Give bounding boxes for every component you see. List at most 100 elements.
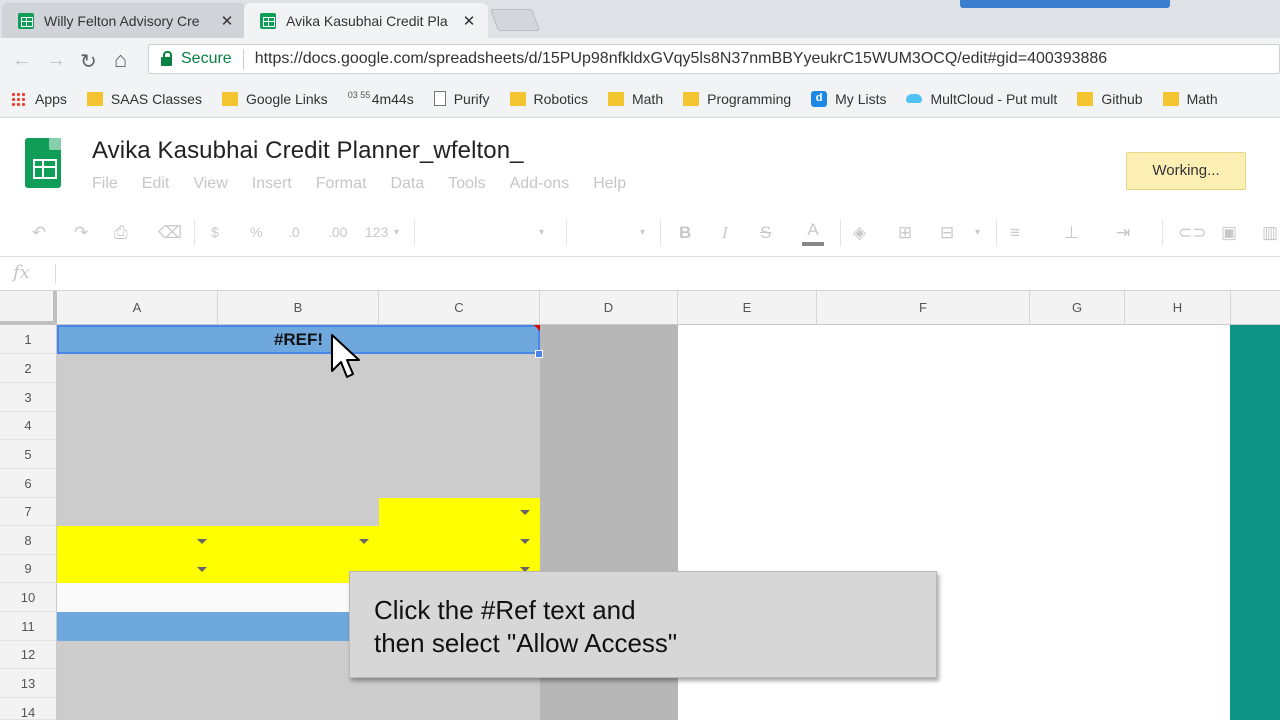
menu-help[interactable]: Help — [593, 175, 626, 193]
cells-column-i[interactable] — [1230, 325, 1280, 720]
column-header-g[interactable]: G — [1030, 291, 1125, 325]
column-header-a[interactable]: A — [57, 291, 218, 325]
currency-format-button[interactable]: $ — [211, 224, 219, 240]
column-header-i[interactable] — [1231, 291, 1280, 325]
strikethrough-button[interactable]: S — [760, 223, 771, 243]
horizontal-align-icon[interactable]: ≡ — [1010, 223, 1020, 243]
selection-handle[interactable] — [535, 350, 543, 358]
new-tab-button[interactable] — [489, 9, 541, 31]
row-10-cells[interactable] — [57, 583, 349, 612]
row-header[interactable]: 7 — [0, 498, 57, 526]
menu-data[interactable]: Data — [390, 175, 424, 193]
bookmark-saas-classes[interactable]: SAAS Classes — [86, 91, 202, 107]
row-header[interactable]: 13 — [0, 669, 57, 698]
bookmark-4m44s[interactable]: 03 55 4m44s — [348, 90, 414, 107]
browser-tab-willy-felton[interactable]: Willy Felton Advisory Cre ✕ — [2, 3, 246, 38]
reload-icon[interactable]: ↻ — [80, 49, 97, 74]
bookmark-github[interactable]: Github — [1077, 91, 1143, 107]
row-header[interactable]: 1 — [0, 325, 57, 354]
merge-chevron-icon[interactable]: ▾ — [975, 227, 980, 238]
row-11-cells[interactable] — [57, 612, 349, 641]
italic-button[interactable]: I — [722, 223, 728, 243]
text-wrapping-icon[interactable]: ⇥ — [1116, 223, 1130, 243]
row-header[interactable]: 9 — [0, 555, 57, 583]
url-text[interactable]: https://docs.google.com/spreadsheets/d/1… — [255, 50, 1107, 68]
document-title[interactable]: Avika Kasubhai Credit Planner_wfelton_ — [92, 137, 524, 165]
bookmark-purify[interactable]: Purify — [433, 91, 490, 107]
cell-c7[interactable] — [379, 498, 540, 526]
address-bar[interactable]: Secure https://docs.google.com/spreadshe… — [148, 44, 1280, 74]
folder-icon — [221, 91, 238, 106]
paint-format-icon[interactable]: ⌫ — [158, 223, 182, 243]
browser-tab-avika-kasubhai[interactable]: Avika Kasubhai Credit Pla ✕ — [244, 3, 488, 38]
row-header[interactable]: 8 — [0, 526, 57, 555]
row-header[interactable]: 10 — [0, 583, 57, 612]
select-all-corner[interactable] — [0, 291, 57, 325]
bookmark-programming[interactable]: Programming — [683, 91, 791, 107]
menu-tools[interactable]: Tools — [448, 175, 485, 193]
font-dropdown-chevron-icon[interactable]: ▾ — [539, 227, 544, 238]
undo-icon[interactable]: ↶ — [32, 223, 46, 243]
redo-icon[interactable]: ↷ — [74, 223, 88, 243]
bookmark-math[interactable]: Math — [607, 91, 663, 107]
dropdown-arrow-icon[interactable] — [520, 539, 530, 544]
close-tab-icon[interactable]: ✕ — [462, 12, 476, 30]
print-icon[interactable]: ⎙ — [114, 223, 128, 243]
bookmark-robotics[interactable]: Robotics — [509, 91, 588, 107]
bookmarks-bar: Apps SAAS Classes Google Links 03 55 4m4… — [0, 80, 1280, 118]
bookmark-apps[interactable]: Apps — [11, 91, 67, 107]
row-header[interactable]: 4 — [0, 412, 57, 440]
merge-cells-icon[interactable]: ⊟ — [940, 223, 954, 243]
column-header-b[interactable]: B — [218, 291, 379, 325]
vertical-align-icon[interactable]: ⊥ — [1064, 223, 1079, 243]
bookmark-multcloud[interactable]: MultCloud - Put mult — [906, 91, 1057, 107]
row-header[interactable]: 3 — [0, 383, 57, 412]
menu-file[interactable]: File — [92, 175, 118, 193]
dropdown-arrow-icon[interactable] — [197, 539, 207, 544]
forward-icon[interactable]: → — [46, 49, 66, 72]
close-tab-icon[interactable]: ✕ — [220, 12, 234, 30]
back-icon[interactable]: ← — [12, 49, 32, 72]
insert-link-icon[interactable]: ⊂⊃ — [1178, 223, 1207, 243]
column-header-c[interactable]: C — [379, 291, 540, 325]
increase-decimal-button[interactable]: .00 — [328, 224, 347, 240]
column-header-d[interactable]: D — [540, 291, 678, 325]
dropdown-arrow-icon[interactable] — [197, 567, 207, 572]
menu-edit[interactable]: Edit — [142, 175, 170, 193]
row-header[interactable]: 14 — [0, 698, 57, 720]
chevron-down-icon[interactable]: ▾ — [394, 227, 399, 238]
dropdown-arrow-icon[interactable] — [520, 510, 530, 515]
bookmark-google-links[interactable]: Google Links — [221, 91, 328, 107]
fill-color-icon[interactable]: ◈ — [853, 223, 866, 243]
menu-format[interactable]: Format — [316, 175, 367, 193]
home-icon[interactable]: ⌂ — [114, 47, 127, 73]
row-header[interactable]: 6 — [0, 469, 57, 498]
bookmark-math-2[interactable]: Math — [1162, 91, 1218, 107]
column-header-h[interactable]: H — [1125, 291, 1231, 325]
dropdown-arrow-icon[interactable] — [359, 539, 369, 544]
bookmark-my-lists[interactable]: d My Lists — [811, 90, 886, 107]
cell-b1-ref-error[interactable]: #REF! — [57, 325, 540, 354]
row-header[interactable]: 2 — [0, 354, 57, 383]
column-header-f[interactable]: F — [817, 291, 1030, 325]
instruction-caption: Click the #Ref text and then select "All… — [349, 571, 937, 678]
row-header[interactable]: 5 — [0, 440, 57, 469]
menu-view[interactable]: View — [193, 175, 227, 193]
sheets-logo-icon[interactable] — [25, 138, 61, 188]
row-header[interactable]: 12 — [0, 641, 57, 669]
bold-button[interactable]: B — [679, 223, 691, 243]
percent-format-button[interactable]: % — [250, 224, 262, 240]
insert-chart-icon[interactable]: ▥ — [1262, 223, 1278, 243]
text-color-button[interactable]: A — [802, 220, 824, 246]
row-8-cells[interactable] — [57, 526, 540, 555]
font-size-chevron-icon[interactable]: ▾ — [640, 227, 645, 238]
menu-insert[interactable]: Insert — [252, 175, 292, 193]
insert-comment-icon[interactable]: ▣ — [1221, 223, 1237, 243]
decrease-decimal-button[interactable]: .0 — [288, 224, 300, 240]
formula-input[interactable] — [64, 265, 1264, 285]
menu-add-ons[interactable]: Add-ons — [510, 175, 570, 193]
column-header-e[interactable]: E — [678, 291, 817, 325]
borders-icon[interactable]: ⊞ — [898, 223, 912, 243]
number-format-button[interactable]: 123 — [365, 224, 388, 240]
row-header[interactable]: 11 — [0, 612, 57, 641]
